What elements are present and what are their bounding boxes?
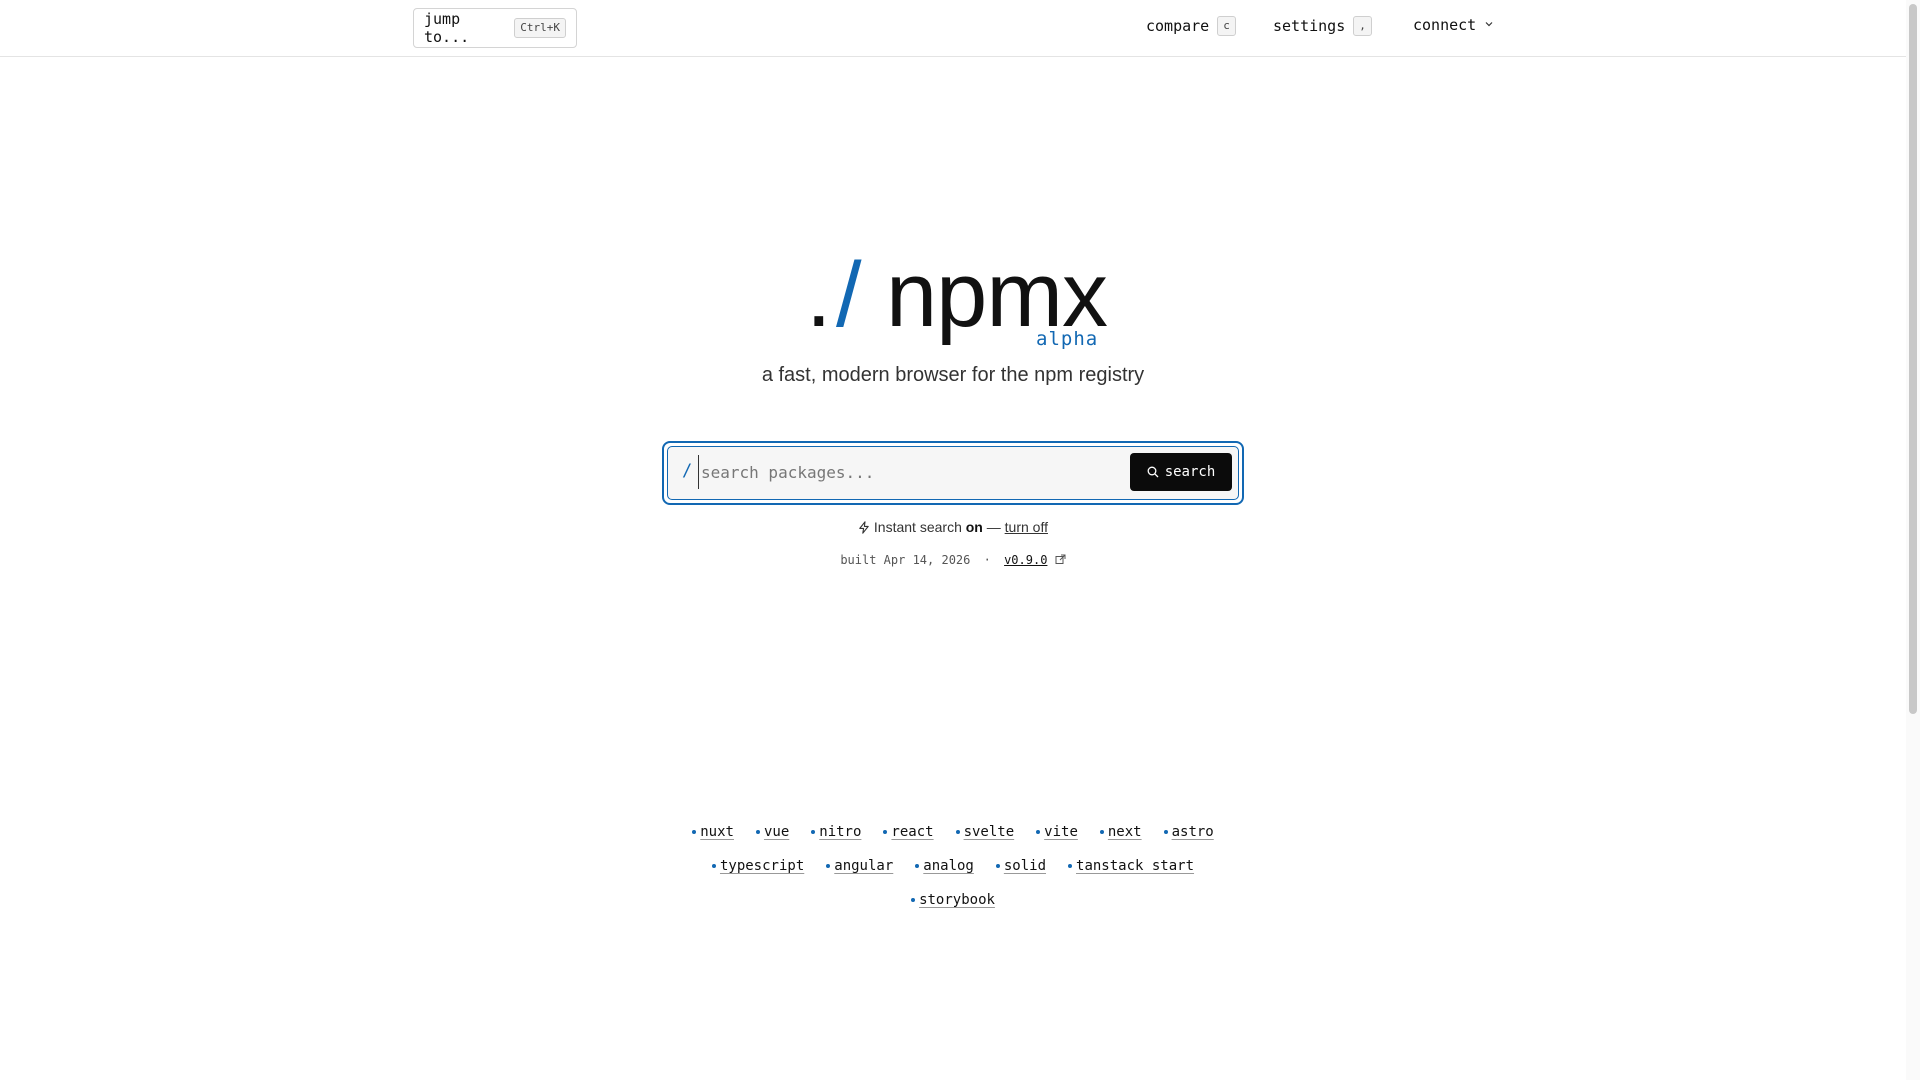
nav-settings[interactable]: settings , bbox=[1273, 16, 1372, 36]
search-icon bbox=[1147, 466, 1159, 478]
logo-slash: / bbox=[836, 244, 862, 346]
bullet-dot bbox=[1163, 830, 1168, 834]
framework-link-storybook[interactable]: storybook bbox=[911, 892, 995, 908]
chevron-down-icon bbox=[1485, 22, 1493, 27]
framework-label: vue bbox=[763, 824, 790, 840]
search-box: / search bbox=[662, 441, 1244, 505]
bullet-dot bbox=[711, 864, 716, 868]
build-separator: · bbox=[983, 553, 991, 567]
framework-link-next[interactable]: next bbox=[1099, 824, 1142, 840]
search-button-label: search bbox=[1164, 464, 1216, 480]
external-link-icon bbox=[1055, 554, 1066, 564]
framework-link-typescript[interactable]: typescript bbox=[711, 858, 805, 874]
build-date: built Apr 14, 2026 bbox=[840, 553, 971, 567]
build-info: built Apr 14, 2026 · v0.9.0 bbox=[0, 553, 1906, 567]
framework-label: vite bbox=[1044, 824, 1078, 840]
framework-label: astro bbox=[1171, 824, 1214, 840]
bullet-dot bbox=[995, 864, 1000, 868]
instant-separator: — bbox=[986, 519, 1001, 535]
framework-label: angular bbox=[834, 858, 894, 874]
framework-row-2: typescript angular analog solid tanstack… bbox=[711, 858, 1194, 874]
framework-link-react[interactable]: react bbox=[883, 824, 934, 840]
framework-link-angular[interactable]: angular bbox=[826, 858, 893, 874]
nav-compare-label: compare bbox=[1146, 17, 1210, 35]
bullet-dot bbox=[692, 830, 697, 834]
framework-link-vue[interactable]: vue bbox=[755, 824, 790, 840]
framework-row-3: storybook bbox=[911, 892, 995, 908]
jump-to-label: jump to... bbox=[424, 10, 470, 46]
framework-link-astro[interactable]: astro bbox=[1163, 824, 1214, 840]
page: jump to... Ctrl+K compare c settings , c… bbox=[0, 0, 1920, 1080]
framework-label: tanstack start bbox=[1076, 858, 1195, 874]
bullet-dot bbox=[1036, 830, 1041, 834]
framework-link-tanstack-start[interactable]: tanstack start bbox=[1068, 858, 1194, 874]
bullet-dot bbox=[883, 830, 888, 834]
framework-label: storybook bbox=[919, 892, 995, 908]
jump-to-button[interactable]: jump to... Ctrl+K bbox=[413, 8, 577, 48]
framework-label: solid bbox=[1003, 858, 1047, 874]
settings-shortcut-kbd: , bbox=[1353, 16, 1372, 36]
nav-settings-label: settings bbox=[1273, 17, 1346, 35]
page-scrollbar[interactable] bbox=[1906, 0, 1920, 1080]
bullet-dot bbox=[755, 830, 760, 834]
logo-dot: . bbox=[806, 244, 832, 346]
bullet-dot bbox=[1068, 864, 1073, 868]
alpha-badge: alpha bbox=[1036, 328, 1099, 350]
search-input[interactable] bbox=[698, 455, 1118, 489]
framework-link-vite[interactable]: vite bbox=[1036, 824, 1078, 840]
search-prefix: / bbox=[682, 461, 693, 481]
framework-label: next bbox=[1107, 824, 1142, 840]
scrollbar-thumb[interactable] bbox=[1909, 4, 1917, 714]
bullet-dot bbox=[1099, 830, 1104, 834]
bullet-dot bbox=[811, 830, 816, 834]
search-button[interactable]: search bbox=[1130, 453, 1232, 491]
nav-connect-label: connect bbox=[1413, 16, 1477, 34]
framework-links: nuxt vue nitro react svelte vite next as… bbox=[0, 824, 1906, 908]
instant-search-state: on bbox=[965, 519, 983, 535]
search-inner: / search bbox=[667, 446, 1239, 500]
framework-label: svelte bbox=[963, 824, 1015, 840]
bullet-dot bbox=[955, 830, 960, 834]
instant-search-status: Instant search on — turn off bbox=[0, 519, 1906, 535]
lightning-icon bbox=[859, 521, 869, 534]
bullet-dot bbox=[911, 898, 916, 902]
nav-connect[interactable]: connect bbox=[1413, 16, 1494, 34]
compare-shortcut-kbd: c bbox=[1217, 16, 1236, 36]
tagline: a fast, modern browser for the npm regis… bbox=[761, 364, 1145, 386]
turn-off-link[interactable]: turn off bbox=[1005, 519, 1048, 535]
version-link[interactable]: v0.9.0 bbox=[1004, 553, 1047, 567]
framework-label: nuxt bbox=[700, 824, 734, 840]
framework-label: react bbox=[891, 824, 934, 840]
framework-link-svelte[interactable]: svelte bbox=[955, 824, 1015, 840]
framework-label: analog bbox=[923, 858, 974, 874]
jump-shortcut-kbd: Ctrl+K bbox=[514, 18, 566, 38]
top-header: jump to... Ctrl+K compare c settings , c… bbox=[0, 0, 1906, 57]
framework-row-1: nuxt vue nitro react svelte vite next as… bbox=[692, 824, 1214, 840]
instant-search-label: Instant search bbox=[873, 519, 962, 535]
framework-link-solid[interactable]: solid bbox=[995, 858, 1047, 874]
bullet-dot bbox=[826, 864, 831, 868]
framework-label: typescript bbox=[719, 858, 805, 874]
framework-link-nuxt[interactable]: nuxt bbox=[692, 824, 734, 840]
framework-link-analog[interactable]: analog bbox=[915, 858, 974, 874]
framework-link-nitro[interactable]: nitro bbox=[811, 824, 861, 840]
framework-label: nitro bbox=[819, 824, 862, 840]
nav-compare[interactable]: compare c bbox=[1146, 16, 1236, 36]
bullet-dot bbox=[915, 864, 920, 868]
